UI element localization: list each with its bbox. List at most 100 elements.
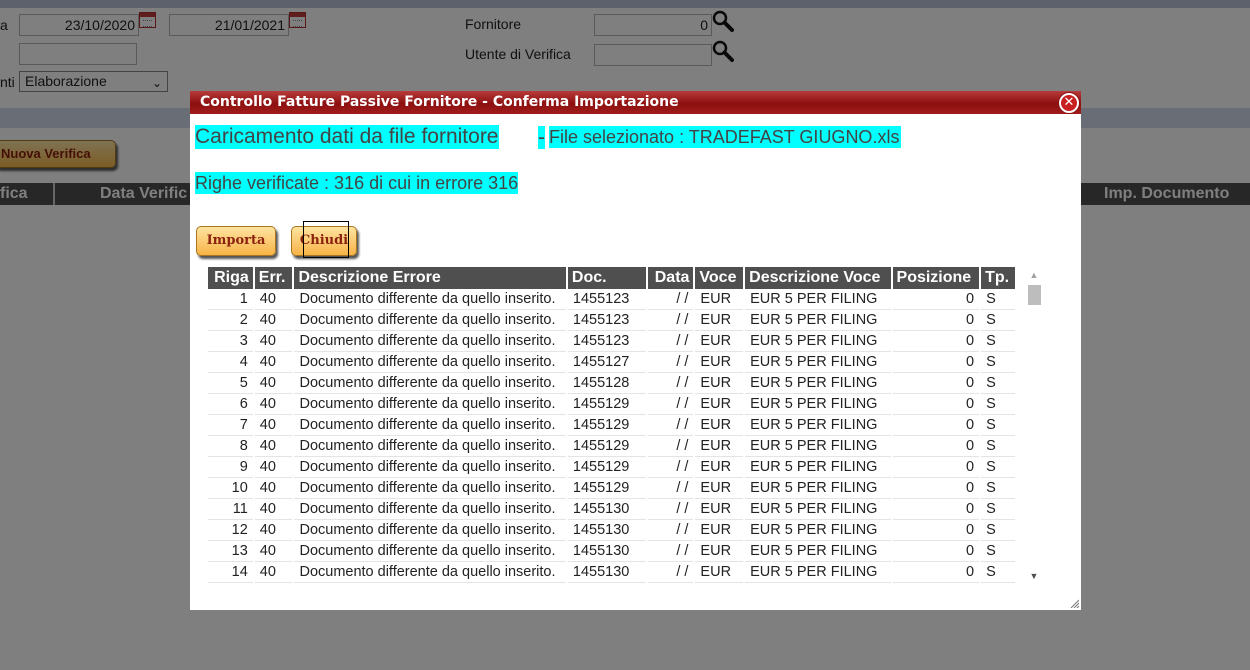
dialog-title-bar[interactable]: Controllo Fatture Passive Fornitore - Co… (190, 91, 1081, 114)
cell-position: 0 (892, 415, 980, 436)
scroll-thumb[interactable] (1028, 285, 1041, 305)
cell-document-number: 1455123 (567, 310, 646, 331)
column-header-data[interactable]: Data (647, 267, 694, 289)
table-row[interactable]: 11 40 Documento differente da quello inser… (208, 499, 1015, 520)
cell-position: 0 (892, 499, 980, 520)
table-row[interactable]: 8 40 Documento differente da quello inseri… (208, 436, 1015, 457)
cell-item-code: EUR (695, 520, 744, 541)
cell-type: S (981, 415, 1015, 436)
cell-error-code: 40 (254, 373, 293, 394)
table-row[interactable]: 6 40 Documento differente da quello inseri… (208, 394, 1015, 415)
cell-row-number: 2 (208, 310, 253, 331)
table-row[interactable]: 4 40 Documento differente da quello inseri… (208, 352, 1015, 373)
cell-type: S (981, 394, 1015, 415)
cell-error-description: Documento differente da quello inserito. (294, 310, 566, 331)
column-header-tp[interactable]: Tp. (981, 267, 1015, 289)
cell-item-description: EUR 5 PER FILING (745, 289, 891, 310)
cell-document-number: 1455129 (567, 436, 646, 457)
cell-document-number: 1455129 (567, 457, 646, 478)
cell-type: S (981, 478, 1015, 499)
column-header-err[interactable]: Err. (254, 267, 293, 289)
close-icon[interactable]: ✕ (1059, 93, 1079, 113)
cell-document-number: 1455129 (567, 478, 646, 499)
cell-item-description: EUR 5 PER FILING (745, 331, 891, 352)
cell-error-description: Documento differente da quello inserito. (294, 352, 566, 373)
cell-document-date: / / (647, 352, 694, 373)
import-confirm-dialog: Controllo Fatture Passive Fornitore - Co… (190, 91, 1081, 610)
cell-position: 0 (892, 457, 980, 478)
cell-position: 0 (892, 331, 980, 352)
cell-row-number: 3 (208, 331, 253, 352)
table-row[interactable]: 5 40 Documento differente da quello inseri… (208, 373, 1015, 394)
table-row[interactable]: 3 40 Documento differente da quello inseri… (208, 331, 1015, 352)
cell-row-number: 8 (208, 436, 253, 457)
resize-grip-icon[interactable] (1069, 598, 1079, 608)
column-header-descrizione-voce[interactable]: Descrizione Voce (745, 267, 891, 289)
errors-table-container[interactable]: Riga Err. Descrizione Errore Doc. Data V… (206, 267, 1017, 587)
cell-document-date: / / (647, 310, 694, 331)
cell-document-date: / / (647, 541, 694, 562)
column-header-voce[interactable]: Voce (695, 267, 744, 289)
cell-item-code: EUR (695, 289, 744, 310)
column-header-descrizione-errore[interactable]: Descrizione Errore (294, 267, 566, 289)
cell-position: 0 (892, 289, 980, 310)
cell-type: S (981, 373, 1015, 394)
table-row[interactable]: 2 40 Documento differente da quello inseri… (208, 310, 1015, 331)
cell-error-code: 40 (254, 541, 293, 562)
table-row[interactable]: 1 40 Documento differente da quello inseri… (208, 289, 1015, 310)
table-row[interactable]: 10 40 Documento differente da quello inser… (208, 478, 1015, 499)
cell-document-date: / / (647, 289, 694, 310)
rows-summary: Righe verificate : 316 di cui in errore … (195, 172, 519, 194)
cell-type: S (981, 436, 1015, 457)
column-header-doc[interactable]: Doc. (567, 267, 646, 289)
cell-error-code: 40 (254, 310, 293, 331)
cell-document-number: 1455123 (567, 289, 646, 310)
scroll-down-icon[interactable]: ▼ (1025, 569, 1043, 583)
cell-row-number: 12 (208, 520, 253, 541)
cell-row-number: 10 (208, 478, 253, 499)
table-row[interactable]: 7 40 Documento differente da quello inseri… (208, 415, 1015, 436)
cell-document-number: 1455127 (567, 352, 646, 373)
cell-error-description: Documento differente da quello inserito. (294, 289, 566, 310)
cell-position: 0 (892, 436, 980, 457)
cell-row-number: 5 (208, 373, 253, 394)
cell-error-code: 40 (254, 289, 293, 310)
cell-document-date: / / (647, 457, 694, 478)
table-header-row: Riga Err. Descrizione Errore Doc. Data V… (208, 267, 1015, 289)
cell-item-code: EUR (695, 415, 744, 436)
table-row[interactable]: 9 40 Documento differente da quello inseri… (208, 457, 1015, 478)
cell-type: S (981, 331, 1015, 352)
cell-item-description: EUR 5 PER FILING (745, 373, 891, 394)
cell-item-description: EUR 5 PER FILING (745, 352, 891, 373)
cell-document-number: 1455130 (567, 499, 646, 520)
cell-document-number: 1455128 (567, 373, 646, 394)
cell-item-code: EUR (695, 352, 744, 373)
cell-row-number: 1 (208, 289, 253, 310)
cell-error-code: 40 (254, 436, 293, 457)
cell-position: 0 (892, 310, 980, 331)
table-scrollbar[interactable]: ▲ ▼ (1025, 267, 1043, 585)
cell-error-code: 40 (254, 394, 293, 415)
cell-type: S (981, 520, 1015, 541)
cell-position: 0 (892, 562, 980, 583)
table-row[interactable]: 13 40 Documento differente da quello inser… (208, 541, 1015, 562)
cell-item-description: EUR 5 PER FILING (745, 457, 891, 478)
table-row[interactable]: 12 40 Documento differente da quello inser… (208, 520, 1015, 541)
cell-item-code: EUR (695, 541, 744, 562)
cell-row-number: 9 (208, 457, 253, 478)
column-header-posizione[interactable]: Posizione (892, 267, 980, 289)
import-button[interactable]: Importa (196, 226, 276, 256)
cell-document-date: / / (647, 562, 694, 583)
cell-error-code: 40 (254, 562, 293, 583)
cell-error-code: 40 (254, 520, 293, 541)
cell-position: 0 (892, 373, 980, 394)
cell-document-number: 1455130 (567, 562, 646, 583)
table-row[interactable]: 14 40 Documento differente da quello inser… (208, 562, 1015, 583)
cell-error-description: Documento differente da quello inserito. (294, 457, 566, 478)
scroll-up-icon[interactable]: ▲ (1025, 268, 1043, 282)
column-header-riga[interactable]: Riga (208, 267, 253, 289)
cell-item-code: EUR (695, 478, 744, 499)
dialog-title: Controllo Fatture Passive Fornitore - Co… (200, 94, 679, 110)
cell-type: S (981, 352, 1015, 373)
cell-error-description: Documento differente da quello inserito. (294, 520, 566, 541)
